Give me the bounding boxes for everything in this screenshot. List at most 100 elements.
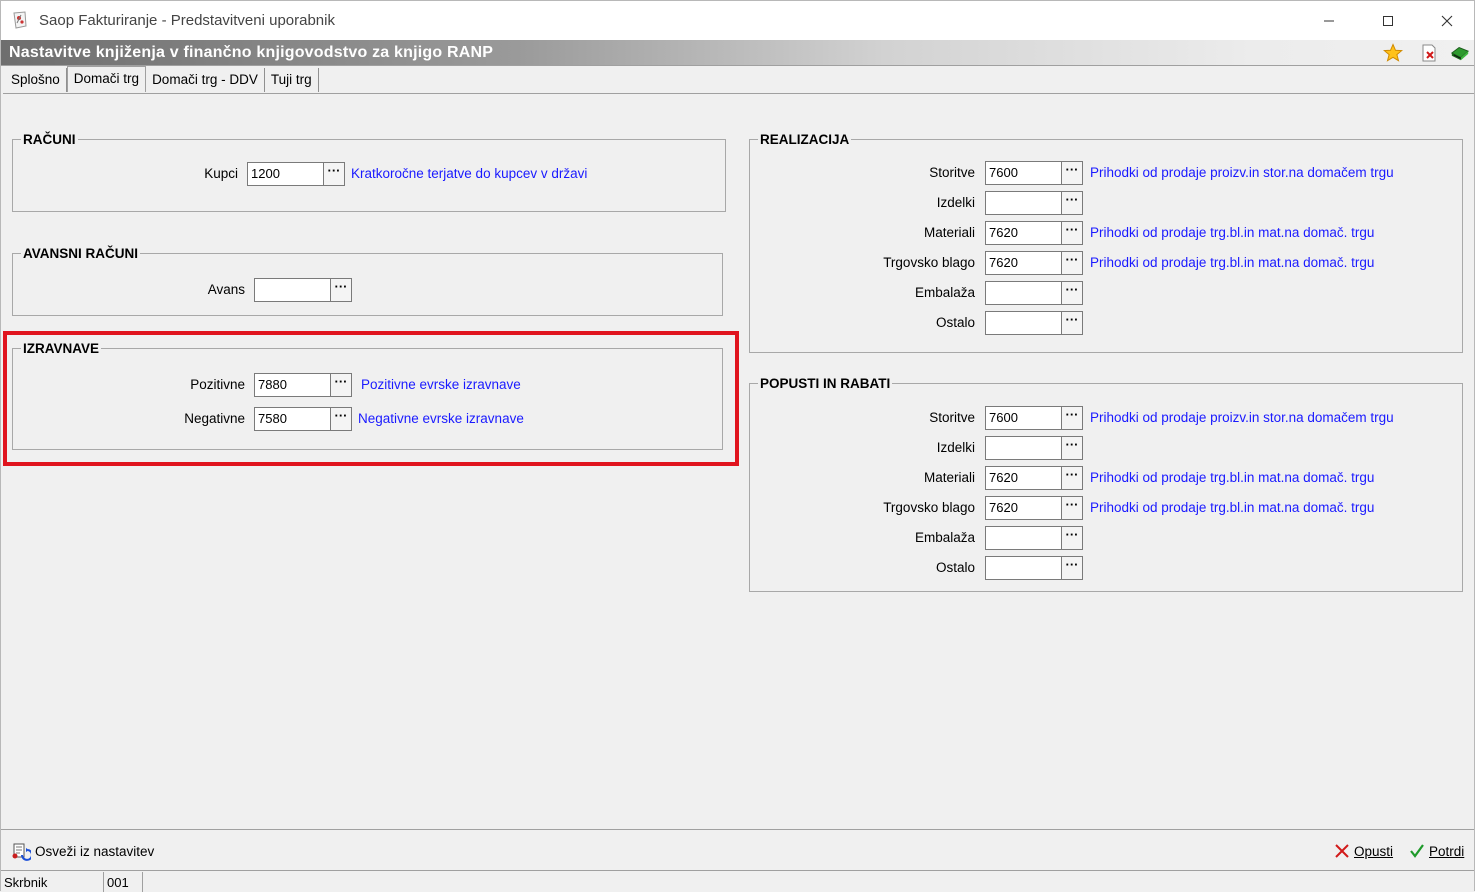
tab-tuji-trg[interactable]: Tuji trg [265,68,319,92]
group-title-realizacija: REALIZACIJA [758,132,852,147]
realizacija-row: Embalaža ··· [750,281,1460,305]
cancel-label: Opusti [1354,843,1394,859]
label-popusti-trgovsko-blago: Trgovsko blago [883,500,975,515]
label-kupci: Kupci [204,166,238,181]
minimize-button[interactable] [1300,1,1358,40]
popusti-izdelki-input[interactable] [985,436,1062,460]
status-user: Skrbnik [1,872,104,892]
popusti-materiali-description: Prihodki od prodaje trg.bl.in mat.na dom… [1090,470,1375,485]
bottom-toolbar: Osveži iz nastavitev Opusti Potrdi [1,829,1474,871]
popusti-trgovsko-blago-lookup-button[interactable]: ··· [1061,496,1083,520]
kupci-description: Kratkoročne terjatve do kupcev v državi [351,166,588,181]
document-delete-icon[interactable] [1419,43,1439,63]
label-realizacija-materiali: Materiali [923,225,975,240]
realizacija-embalaza-input[interactable] [985,281,1062,305]
popusti-row: Trgovsko blago 7620 ··· Prihodki od prod… [750,496,1460,520]
popusti-storitve-lookup-button[interactable]: ··· [1061,406,1083,430]
highlight-box [3,331,739,466]
realizacija-row: Izdelki ··· [750,191,1460,215]
popusti-materiali-input[interactable]: 7620 [985,466,1062,490]
tab-domaci-trg-ddv[interactable]: Domači trg - DDV [146,68,265,92]
refresh-icon [12,843,31,861]
group-title-popusti: POPUSTI IN RABATI [758,376,893,391]
status-code: 001 [104,872,143,892]
label-popusti-storitve: Storitve [929,410,975,425]
confirm-button[interactable]: Potrdi [1409,840,1464,862]
app-window: Saop Fakturiranje - Predstavitveni upora… [0,0,1475,892]
popusti-row: Izdelki ··· [750,436,1460,460]
avans-account-input[interactable] [254,278,331,302]
form-header: Nastavitve knjiženja v finančno knjigovo… [1,40,1474,66]
realizacija-materiali-input[interactable]: 7620 [985,221,1062,245]
realizacija-embalaza-lookup-button[interactable]: ··· [1061,281,1083,305]
row-avans: Avans ··· [13,278,713,302]
row-kupci: Kupci 1200 ··· Kratkoročne terjatve do k… [13,162,713,186]
realizacija-ostalo-input[interactable] [985,311,1062,335]
realizacija-row: Trgovsko blago 7620 ··· Prihodki od prod… [750,251,1460,275]
popusti-materiali-lookup-button[interactable]: ··· [1061,466,1083,490]
status-bar: Skrbnik 001 [1,870,1474,892]
confirm-label: Potrdi [1429,843,1465,859]
green-check-icon [1410,844,1424,858]
label-realizacija-izdelki: Izdelki [936,195,975,210]
title-bar: Saop Fakturiranje - Predstavitveni upora… [1,1,1474,40]
popusti-ostalo-input[interactable] [985,556,1062,580]
group-racuni: RAČUNI Kupci 1200 ··· Kratkoročne terjat… [12,132,726,212]
close-icon [1441,15,1453,26]
label-realizacija-trgovsko-blago: Trgovsko blago [883,255,975,270]
popusti-izdelki-lookup-button[interactable]: ··· [1061,436,1083,460]
kupci-account-input[interactable]: 1200 [247,162,324,186]
realizacija-ostalo-lookup-button[interactable]: ··· [1061,311,1083,335]
label-realizacija-embalaza: Embalaža [914,285,975,300]
red-x-icon [1335,844,1349,858]
popusti-ostalo-lookup-button[interactable]: ··· [1061,556,1083,580]
cancel-button[interactable]: Opusti [1334,840,1393,862]
realizacija-trgovsko-blago-description: Prihodki od prodaje trg.bl.in mat.na dom… [1090,255,1375,270]
realizacija-row: Materiali 7620 ··· Prihodki od prodaje t… [750,221,1460,245]
kupci-lookup-button[interactable]: ··· [323,162,345,186]
maximize-icon [1383,15,1393,26]
realizacija-row: Storitve 7600 ··· Prihodki od prodaje pr… [750,161,1460,185]
label-realizacija-storitve: Storitve [929,165,975,180]
avans-lookup-button[interactable]: ··· [330,278,352,302]
realizacija-materiali-description: Prihodki od prodaje trg.bl.in mat.na dom… [1090,225,1375,240]
maximize-button[interactable] [1359,1,1417,40]
label-popusti-ostalo: Ostalo [935,560,975,575]
label-realizacija-ostalo: Ostalo [935,315,975,330]
tab-splosno[interactable]: Splošno [5,68,67,92]
realizacija-row: Ostalo ··· [750,311,1460,335]
realizacija-storitve-input[interactable]: 7600 [985,161,1062,185]
popusti-row: Materiali 7620 ··· Prihodki od prodaje t… [750,466,1460,490]
popusti-embalaza-input[interactable] [985,526,1062,550]
popusti-row: Ostalo ··· [750,556,1460,580]
realizacija-trgovsko-blago-lookup-button[interactable]: ··· [1061,251,1083,275]
label-popusti-materiali: Materiali [923,470,975,485]
close-button[interactable] [1418,1,1475,40]
popusti-storitve-description: Prihodki od prodaje proizv.in stor.na do… [1090,410,1394,425]
tab-strip: Splošno Domači trg Domači trg - DDV Tuji… [5,66,319,93]
realizacija-materiali-lookup-button[interactable]: ··· [1061,221,1083,245]
popusti-storitve-input[interactable]: 7600 [985,406,1062,430]
label-avans: Avans [207,282,245,297]
group-popusti-in-rabati: POPUSTI IN RABATI Storitve 7600 ··· Prih… [749,376,1463,592]
favorite-star-icon[interactable] [1383,43,1403,63]
realizacija-izdelki-lookup-button[interactable]: ··· [1061,191,1083,215]
tab-domaci-trg[interactable]: Domači trg [66,66,147,92]
book-settings-icon[interactable] [1450,43,1470,63]
label-popusti-izdelki: Izdelki [936,440,975,455]
group-avansni-racuni: AVANSNI RAČUNI Avans ··· [12,246,723,316]
realizacija-izdelki-input[interactable] [985,191,1062,215]
window-title: Saop Fakturiranje - Predstavitveni upora… [39,12,335,29]
refresh-from-settings-button[interactable]: Osveži iz nastavitev [11,840,154,862]
popusti-trgovsko-blago-input[interactable]: 7620 [985,496,1062,520]
form-title: Nastavitve knjiženja v finančno knjigovo… [9,44,494,61]
popusti-embalaza-lookup-button[interactable]: ··· [1061,526,1083,550]
group-title-racuni: RAČUNI [21,132,78,147]
minimize-icon [1324,20,1334,21]
popusti-row: Embalaža ··· [750,526,1460,550]
realizacija-storitve-description: Prihodki od prodaje proizv.in stor.na do… [1090,165,1394,180]
label-popusti-embalaza: Embalaža [914,530,975,545]
realizacija-storitve-lookup-button[interactable]: ··· [1061,161,1083,185]
group-title-avansni: AVANSNI RAČUNI [21,246,141,261]
realizacija-trgovsko-blago-input[interactable]: 7620 [985,251,1062,275]
